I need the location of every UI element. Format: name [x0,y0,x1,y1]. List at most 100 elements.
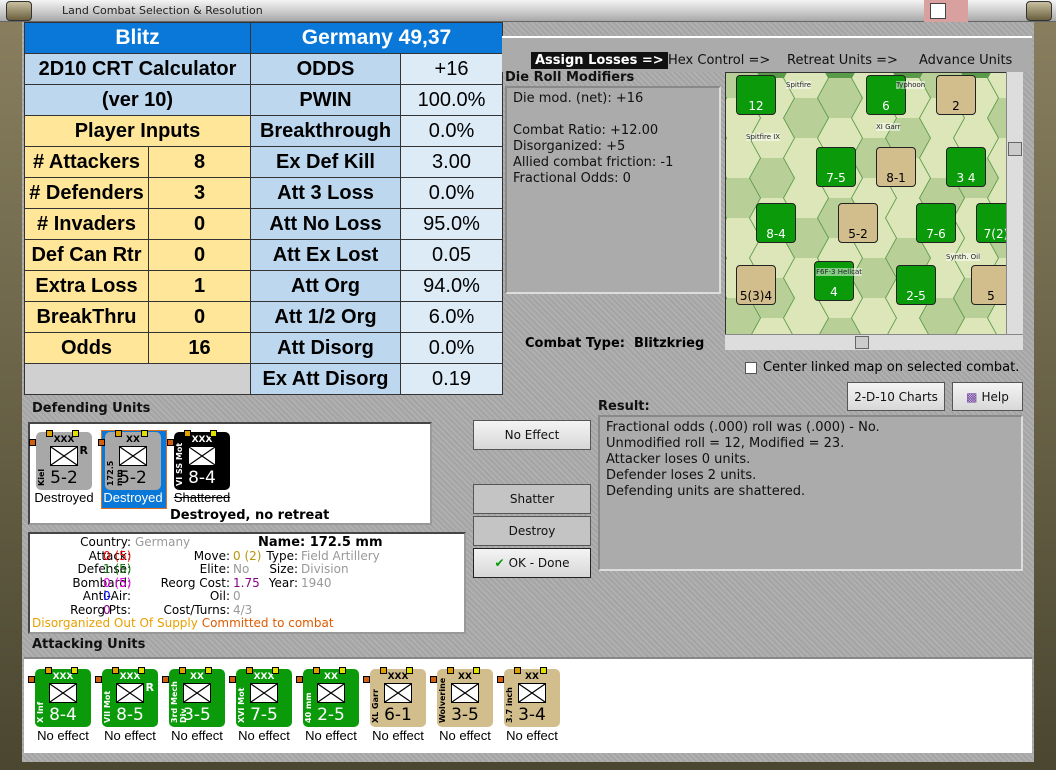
status-dot-icon [115,430,122,437]
map-unit-counter[interactable]: 7-6 [916,203,956,243]
window-menu-button[interactable] [6,1,32,21]
map-unit-counter[interactable]: 5 [971,265,1011,305]
modifier-line: Fractional Odds: 0 [513,171,631,186]
input-value[interactable]: 0 [148,208,251,240]
map-unit-counter[interactable]: 5(3)4 [736,265,776,305]
step-retreat-units[interactable]: Retreat Units => [783,52,902,69]
unit-status: No effect [305,728,357,743]
window-title: Land Combat Selection & Resolution [62,4,263,17]
defending-units-box: XXX Kiel 5-2 R Destroyed XX 172.5 mm 5-2 Destroy… [28,422,432,525]
unit-counter[interactable]: XX 40 mm 2-5 [303,669,359,727]
unit-strength: 5-2 [50,468,78,488]
modifiers-panel: Die mod. (net): +16 Combat Ratio: +12.00 D… [505,86,721,294]
map-horizontal-scrollbar[interactable] [725,334,1023,350]
unit-strength: 6-1 [384,705,412,725]
unit-counter[interactable]: XX 3rd Mech Div 3-5 [169,669,225,727]
step-assign-losses[interactable]: Assign Losses => [531,52,668,69]
crt-header-right: Germany 49,37 [250,22,503,54]
scroll-thumb[interactable] [1008,142,1022,156]
map-vertical-scrollbar[interactable] [1006,72,1023,334]
status-dot-icon [430,676,437,683]
ok-done-button[interactable]: ✔ OK - Done [473,548,591,578]
germany-flag-icon [924,0,968,22]
result-label: Att 3 Loss [250,177,401,209]
crt-calculator-table: Blitz Germany 49,37 2D10 CRT Calculator OD… [24,22,503,395]
map-counter-strength: 8-1 [886,171,906,185]
map-unit-counter[interactable]: 2 [936,75,976,115]
unit-info-box: Country: Germany Attack: 0 (5) Defense: … [28,532,466,634]
phase-steps: Assign Losses => Hex Control => Retreat … [502,36,1032,72]
unit-type-icon [119,446,147,466]
input-label: Extra Loss [24,270,149,302]
input-value[interactable]: 1 [148,270,251,302]
info-oil: Oil: [209,589,230,603]
unit-counter[interactable]: XX 172.5 mm 5-2 [105,432,161,490]
scroll-thumb[interactable] [855,336,869,349]
map-counter-strength: 12 [748,99,764,113]
map-counter-strength: 7-5 [826,171,846,185]
unit-strength: 8-4 [49,705,77,725]
unit-counter[interactable]: XXX XL Garr 6-1 [370,669,426,727]
input-value[interactable]: 3 [148,177,251,209]
input-value[interactable]: 8 [148,146,251,178]
unit-counter[interactable]: XXX VII Mot 8-5 R [102,669,158,727]
map-unit-counter[interactable]: 8-1 [876,147,916,187]
unit-status: No effect [171,728,223,743]
help-button[interactable]: ▩ Help [952,382,1023,411]
unit-strength: 8-5 [116,705,144,725]
map-unit-counter[interactable]: 2-5 [896,265,936,305]
step-hex-control[interactable]: Hex Control => [664,52,774,69]
unit-counter[interactable]: XXX X Inf 8-4 [35,669,91,727]
map-unit-counter[interactable]: 3 4 [946,147,986,187]
modifier-line: Allied combat friction: -1 [513,155,674,170]
status-dot-icon [540,667,547,674]
input-value[interactable]: 0 [148,239,251,271]
unit-type-icon [317,683,345,703]
unit-type-icon [49,683,77,703]
modifier-line: Combat Ratio: +12.00 [513,123,659,138]
status-dot-icon [473,667,480,674]
map-counter-strength: 3 4 [956,171,976,185]
unit-type-icon [250,683,278,703]
unit-counter[interactable]: XXX XVI Mot 7-5 [236,669,292,727]
unit-counter[interactable]: XX Wolverine 3-5 [437,669,493,727]
charts-button[interactable]: 2-D-10 Charts [847,382,945,411]
info-reorg-pts-value: 0 [103,602,111,617]
center-map-checkbox[interactable] [745,361,757,374]
modifiers-title: Die Roll Modifiers [505,70,635,85]
input-value[interactable]: 16 [148,332,251,364]
info-cost-turns: Cost/Turns: [163,602,230,617]
unit-counter[interactable]: XXX Kiel 5-2 R [36,432,92,490]
linked-map[interactable]: 7-5 8-1 3 4 8-4 5-2 7-6 7(2) 5(3)4 2-5 4 5 6 12 2 Spit… [725,72,1023,350]
unit-type-icon [116,683,144,703]
map-unit-counter[interactable]: 7-5 [816,147,856,187]
result-label: Ex Def Kill [250,146,401,178]
unit-status: Destroyed [34,490,94,505]
shatter-button[interactable]: Shatter [473,484,591,514]
result-line: Fractional odds (.000) roll was (.000) -… [606,420,880,435]
window-close-button[interactable] [1026,1,1052,21]
result-value: 94.0% [400,270,503,302]
unit-counter[interactable]: XXX VI SS Mot 8-4 [174,432,230,490]
unit-type-icon [188,446,216,466]
map-unit-counter[interactable]: 4 [814,261,854,301]
unit-counter[interactable]: XX 3.7 inch 3-4 [504,669,560,727]
no-effect-button[interactable]: No Effect [473,420,591,450]
unit-status: Shattered [173,490,231,505]
result-value: 0.0% [400,115,503,147]
input-value[interactable]: 0 [148,301,251,333]
destroy-button[interactable]: Destroy [473,516,591,546]
step-advance-units[interactable]: Advance Units [915,52,1016,69]
status-dot-icon [112,667,119,674]
info-defense-value: 1 (5) [103,562,132,576]
info-oil-value: 0 [233,589,241,603]
map-unit-counter[interactable]: 5-2 [838,203,878,243]
result-value: +16 [400,53,503,85]
input-label: Odds [24,332,149,364]
status-dot-icon [210,430,217,437]
info-reorg-pts: Reorg Pts: [70,602,131,617]
map-unit-counter[interactable]: 8-4 [756,203,796,243]
center-map-option[interactable]: Center linked map on selected combat. [745,360,1019,375]
status-dot-icon [72,430,79,437]
map-unit-counter[interactable]: 12 [736,75,776,115]
